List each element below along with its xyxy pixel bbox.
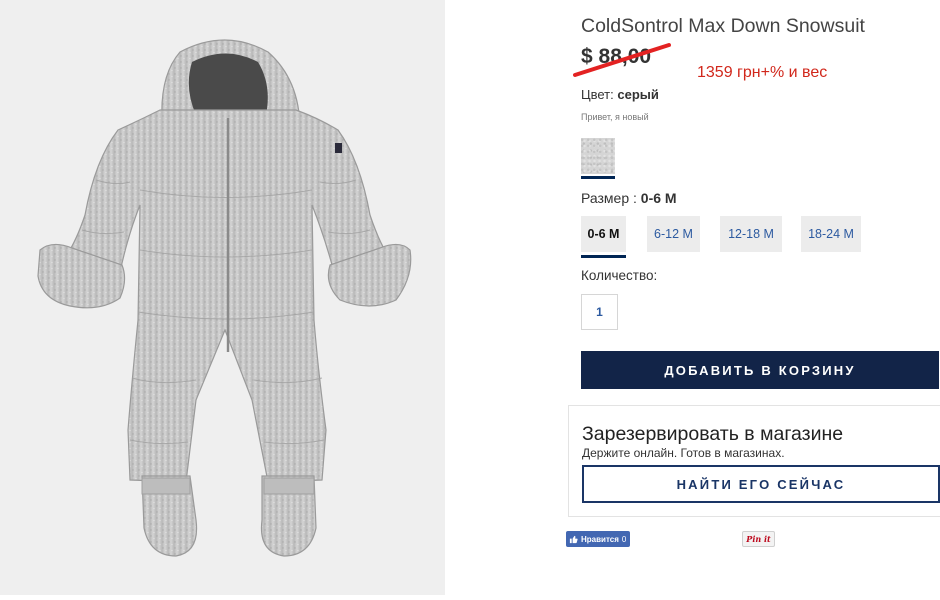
hint-text: Привет, я новый (581, 112, 649, 122)
like-count: 0 (621, 534, 627, 544)
facebook-like-button[interactable]: Нравится 0 (566, 531, 631, 547)
reserve-subtitle: Держите онлайн. Готов в магазинах. (582, 446, 785, 460)
reserve-in-store-panel: Зарезервировать в магазине Держите онлай… (568, 405, 940, 517)
size-label: Размер : (581, 190, 637, 206)
product-image (0, 0, 445, 595)
like-label: Нравится (581, 534, 619, 544)
pinterest-pin-button[interactable]: Pin it (742, 531, 775, 547)
add-to-cart-button[interactable]: ДОБАВИТЬ В КОРЗИНУ (581, 351, 939, 389)
color-value: серый (617, 87, 659, 102)
price-block: $ 88,00 (573, 43, 671, 77)
swatch-selected-indicator (581, 176, 615, 179)
color-line: Цвет: серый (581, 87, 659, 102)
quantity-label: Количество: (581, 268, 658, 283)
color-label: Цвет: (581, 87, 614, 102)
thumbs-up-icon (569, 535, 578, 543)
price-note-handwritten: 1359 грн+% и вес (697, 64, 828, 81)
size-option-18-24m[interactable]: 18-24 M (801, 216, 861, 252)
size-option-12-18m[interactable]: 12-18 M (720, 216, 782, 252)
reserve-title: Зарезервировать в магазине (582, 423, 844, 445)
find-it-now-button[interactable]: НАЙТИ ЕГО СЕЙЧАС (582, 465, 940, 503)
size-value: 0-6 M (640, 190, 677, 206)
quantity-input[interactable]: 1 (581, 294, 618, 330)
price-strikethrough (573, 43, 671, 77)
size-line: Размер : 0-6 M (581, 190, 677, 206)
snowsuit-illustration (37, 39, 412, 557)
size-option-0-6m[interactable]: 0-6 M (581, 216, 626, 252)
size-selected-indicator (581, 255, 626, 258)
product-title: ColdSontrol Max Down Snowsuit (581, 15, 865, 37)
product-info-panel: ColdSontrol Max Down Snowsuit $ 88,00 13… (568, 0, 940, 600)
size-option-6-12m[interactable]: 6-12 M (647, 216, 700, 252)
color-swatch-gray[interactable] (581, 138, 615, 174)
